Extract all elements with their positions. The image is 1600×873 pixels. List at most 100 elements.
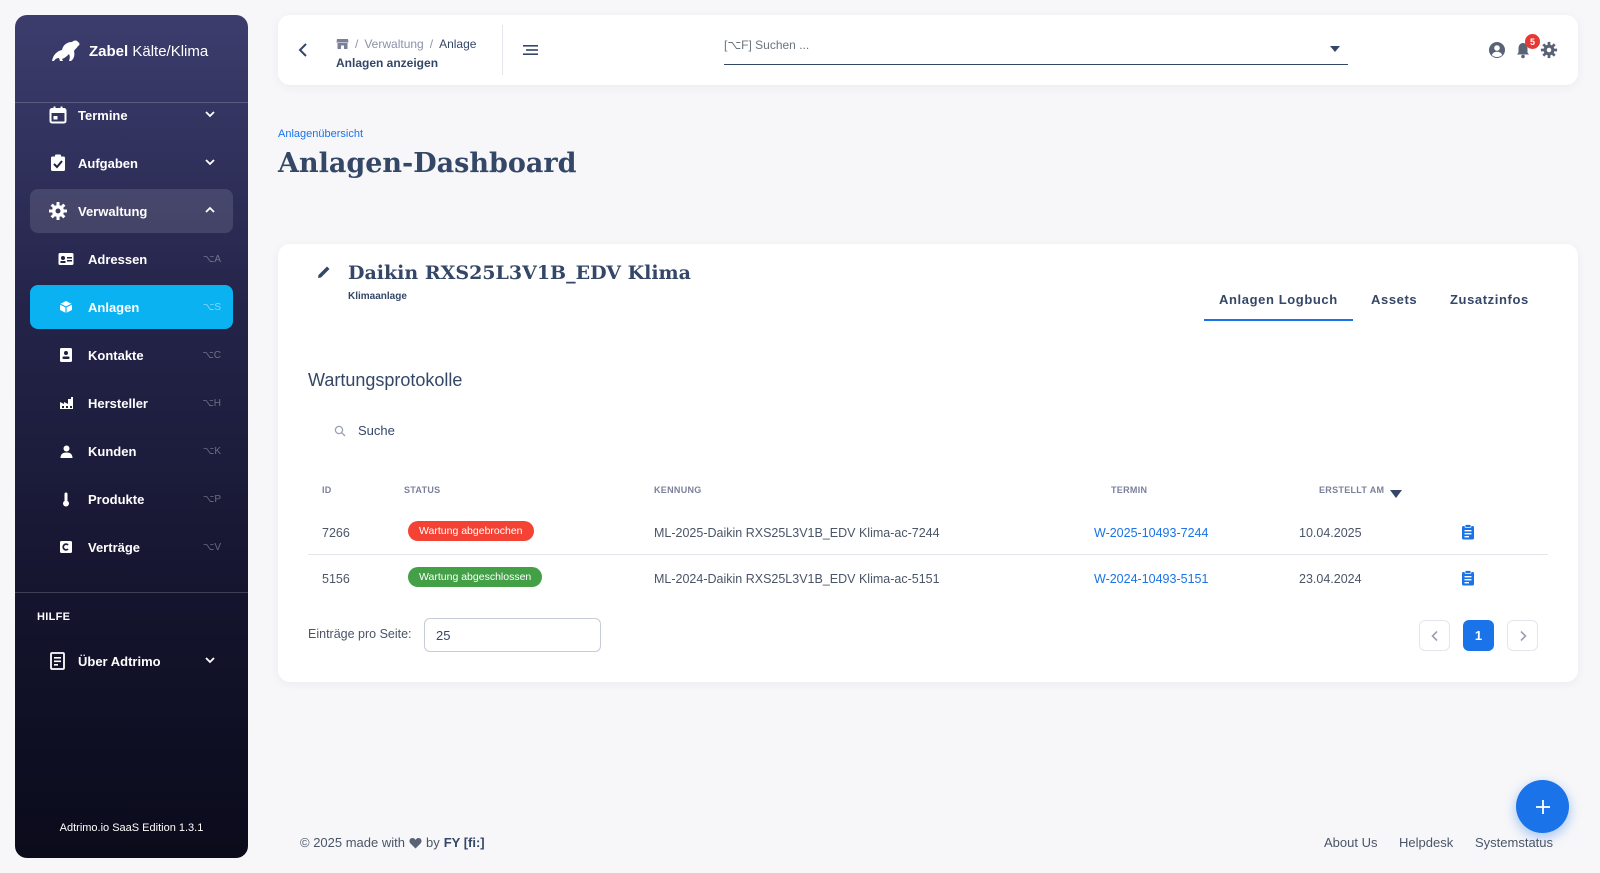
sidebar-item-label: Aufgaben [78,155,138,171]
column-header-status[interactable]: STATUS [404,485,440,495]
menu-toggle-icon[interactable] [521,42,539,58]
sidebar-subitem-kunden[interactable]: Kunden ⌥K [30,429,233,473]
cell-id: 7266 [322,526,350,540]
sidebar-subitem-vertraege[interactable]: Verträge ⌥V [30,525,233,569]
table-row[interactable]: 7266 Wartung abgebrochen ML-2025-Daikin … [308,510,1548,555]
sidebar-subitem-label: Hersteller [88,395,148,411]
sidebar-subitem-label: Produkte [88,491,145,507]
footer-link-about-us[interactable]: About Us [1324,835,1377,850]
overview-link[interactable]: Anlagenübersicht [278,128,363,140]
caret-down-icon[interactable] [1330,45,1340,53]
chevron-up-icon [205,206,215,213]
search-placeholder: [⌥F] Suchen ... [724,38,810,52]
status-badge: Wartung abgeschlossen [408,567,543,587]
termin-link[interactable]: W-2024-10493-5151 [1094,572,1208,586]
column-header-termin[interactable]: TERMIN [1111,485,1147,495]
global-search-input[interactable]: [⌥F] Suchen ... [724,35,1348,65]
chevron-right-icon [1519,630,1527,641]
divider [502,25,503,75]
sidebar-subitem-hersteller[interactable]: Hersteller ⌥H [30,381,233,425]
add-button[interactable] [1516,780,1569,833]
sidebar-item-verwaltung[interactable]: Verwaltung [30,189,233,233]
sidebar-subitem-produkte[interactable]: Produkte ⌥P [30,477,233,521]
back-arrow-icon[interactable] [296,41,312,59]
breadcrumb: / Verwaltung / Anlage [336,37,476,51]
sidebar-subitem-label: Kunden [88,443,137,459]
sidebar-divider [15,592,248,593]
sidebar-item-label: Termine [78,107,128,123]
sidebar-item-termine[interactable]: Termine [30,93,233,137]
app-version: Adtrimo.io SaaS Edition 1.3.1 [59,822,204,834]
tab-zusatzinfos[interactable]: Zusatzinfos [1450,292,1529,307]
status-badge: Wartung abgebrochen [408,521,534,541]
per-page-label: Einträge pro Seite: [308,627,412,641]
breadcrumb-separator: / [429,37,434,51]
tab-anlagen-logbuch[interactable]: Anlagen Logbuch [1219,292,1338,307]
contract-icon [58,539,74,555]
search-icon [334,425,346,436]
table-row[interactable]: 5156 Wartung abgeschlossen ML-2024-Daiki… [308,556,1548,601]
tab-assets[interactable]: Assets [1371,292,1417,307]
column-header-kennung[interactable]: KENNUNG [654,485,702,495]
sidebar-subitem-anlagen[interactable]: Anlagen ⌥S [30,285,233,329]
column-header-erstellt-am[interactable]: ERSTELLT AM [1319,485,1384,495]
sidebar-subitem-kontakte[interactable]: Kontakte ⌥C [30,333,233,377]
person-icon [58,443,74,459]
store-icon[interactable] [336,38,349,50]
sidebar-subitem-label: Verträge [88,539,141,555]
table-search-input[interactable]: Suche [334,423,395,438]
copyright-text: © 2025 made with [300,835,405,850]
chevron-down-icon [205,159,215,166]
cell-erstellt-am: 10.04.2025 [1299,526,1362,540]
clipboard-icon[interactable] [1461,524,1475,540]
shortcut-hint: ⌥A [202,253,221,265]
footer-link-systemstatus[interactable]: Systemstatus [1475,835,1553,850]
active-tab-indicator [1204,319,1353,321]
pagination-page-button[interactable]: 1 [1463,620,1494,651]
address-card-icon [58,251,74,267]
column-header-id[interactable]: ID [322,485,332,495]
calendar-icon [48,105,68,125]
device-title: Daikin RXS25L3V1B_EDV Klima [348,262,691,284]
plus-icon [1535,799,1550,814]
thermometer-icon [58,491,74,507]
task-check-icon [48,153,68,173]
sort-descending-icon[interactable] [1390,490,1402,498]
clipboard-icon[interactable] [1461,570,1475,586]
contact-book-icon [58,347,74,363]
sidebar-item-aufgaben[interactable]: Aufgaben [30,141,233,185]
cell-erstellt-am: 23.04.2024 [1299,572,1362,586]
shortcut-hint: ⌥H [202,397,221,409]
polar-bear-logo-icon [52,40,80,61]
page-title: Anlagen-Dashboard [278,148,577,179]
cell-kennung: ML-2024-Daikin RXS25L3V1B_EDV Klima-ac-5… [654,572,940,586]
shortcut-hint: ⌥P [202,493,221,505]
pagination-prev-button[interactable] [1419,620,1450,651]
per-page-input[interactable]: 25 [424,618,601,652]
settings-gear-icon[interactable] [1540,41,1558,59]
sidebar-subitem-label: Kontakte [88,347,144,363]
sidebar-item-label: Verwaltung [78,203,148,219]
breadcrumb-separator: / [355,37,359,51]
brand[interactable]: Zabel Kälte/Klima [15,15,248,87]
sidebar-item-ueber-adtrimo[interactable]: Über Adtrimo [30,639,233,683]
pencil-icon[interactable] [316,264,332,280]
document-list-icon [48,651,68,671]
copyright-brand[interactable]: FY [fi:] [444,835,485,850]
sidebar-subitem-adressen[interactable]: Adressen ⌥A [30,237,233,281]
footer-copyright: © 2025 made with by FY [fi:] [300,835,485,850]
search-placeholder: Suche [358,423,395,438]
breadcrumb-verwaltung[interactable]: Verwaltung [364,37,423,51]
top-bar: / Verwaltung / Anlage Anlagen anzeigen [… [278,15,1578,85]
user-account-icon[interactable] [1488,41,1506,59]
gear-icon [48,201,68,221]
page-subtitle: Anlagen anzeigen [336,56,439,70]
pagination-next-button[interactable] [1507,620,1538,651]
heart-icon [409,837,422,848]
footer-link-helpdesk[interactable]: Helpdesk [1399,835,1453,850]
notification-badge: 5 [1525,34,1540,49]
termin-link[interactable]: W-2025-10493-7244 [1094,526,1208,540]
chevron-down-icon [205,657,215,664]
brand-name-bold: Zabel [89,42,129,60]
shortcut-hint: ⌥V [202,541,221,553]
